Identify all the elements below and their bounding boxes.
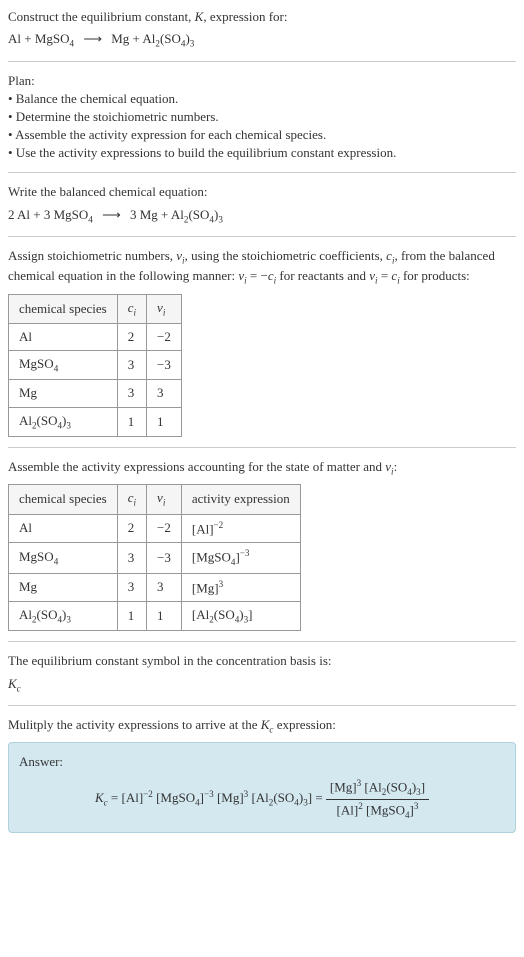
balanced-equation: 2 Al + 3 MgSO4 ⟶ 3 Mg + Al2(SO4)3 bbox=[8, 206, 516, 226]
arrow-icon: ⟶ bbox=[83, 30, 102, 48]
divider bbox=[8, 705, 516, 706]
prompt-text: Construct the equilibrium constant, K, e… bbox=[8, 8, 516, 26]
multiply-section: Mulitply the activity expressions to arr… bbox=[8, 716, 516, 833]
stoich-table: chemical species ci νi Al 2 −2 MgSO4 3 −… bbox=[8, 294, 182, 437]
balanced-intro: Write the balanced chemical equation: bbox=[8, 183, 516, 201]
divider bbox=[8, 641, 516, 642]
table-row: Al 2 −2 [Al]−2 bbox=[9, 514, 301, 543]
table-row: Al2(SO4)3 1 1 bbox=[9, 407, 182, 436]
plan-item: • Determine the stoichiometric numbers. bbox=[8, 108, 516, 126]
plan-section: Plan: • Balance the chemical equation. •… bbox=[8, 72, 516, 163]
prompt-section: Construct the equilibrium constant, K, e… bbox=[8, 8, 516, 51]
kc-expression: Kc = [Al]−2 [MgSO4]−3 [Mg]3 [Al2(SO4)3] … bbox=[19, 777, 505, 821]
balanced-section: Write the balanced chemical equation: 2 … bbox=[8, 183, 516, 226]
table-row: Al2(SO4)3 1 1 [Al2(SO4)3] bbox=[9, 602, 301, 631]
col-species: chemical species bbox=[9, 485, 118, 514]
divider bbox=[8, 61, 516, 62]
table-row: Mg 3 3 bbox=[9, 380, 182, 407]
plan-item: • Use the activity expressions to build … bbox=[8, 144, 516, 162]
plan-header: Plan: bbox=[8, 72, 516, 90]
table-row: MgSO4 3 −3 [MgSO4]−3 bbox=[9, 543, 301, 574]
multiply-intro: Mulitply the activity expressions to arr… bbox=[8, 716, 516, 736]
kc-symbol: Kc bbox=[8, 675, 516, 695]
stoich-section: Assign stoichiometric numbers, νi, using… bbox=[8, 247, 516, 437]
col-activity: activity expression bbox=[181, 485, 300, 514]
col-ci: ci bbox=[117, 294, 146, 323]
col-species: chemical species bbox=[9, 294, 118, 323]
col-nui: νi bbox=[147, 294, 182, 323]
unbalanced-equation: Al + MgSO4 ⟶ Mg + Al2(SO4)3 bbox=[8, 30, 516, 50]
activity-table: chemical species ci νi activity expressi… bbox=[8, 484, 301, 631]
divider bbox=[8, 236, 516, 237]
answer-box: Answer: Kc = [Al]−2 [MgSO4]−3 [Mg]3 [Al2… bbox=[8, 742, 516, 832]
table-header-row: chemical species ci νi bbox=[9, 294, 182, 323]
col-nui: νi bbox=[147, 485, 182, 514]
table-row: Al 2 −2 bbox=[9, 323, 182, 350]
divider bbox=[8, 172, 516, 173]
activity-intro: Assemble the activity expressions accoun… bbox=[8, 458, 516, 478]
col-ci: ci bbox=[117, 485, 146, 514]
plan-item: • Balance the chemical equation. bbox=[8, 90, 516, 108]
symbol-section: The equilibrium constant symbol in the c… bbox=[8, 652, 516, 695]
table-header-row: chemical species ci νi activity expressi… bbox=[9, 485, 301, 514]
stoich-intro: Assign stoichiometric numbers, νi, using… bbox=[8, 247, 516, 288]
table-row: MgSO4 3 −3 bbox=[9, 351, 182, 380]
answer-label: Answer: bbox=[19, 753, 505, 771]
prompt-suffix: , expression for: bbox=[203, 9, 287, 24]
table-row: Mg 3 3 [Mg]3 bbox=[9, 573, 301, 602]
symbol-intro: The equilibrium constant symbol in the c… bbox=[8, 652, 516, 670]
divider bbox=[8, 447, 516, 448]
arrow-icon: ⟶ bbox=[102, 206, 121, 224]
prompt-prefix: Construct the equilibrium constant, bbox=[8, 9, 195, 24]
plan-item: • Assemble the activity expression for e… bbox=[8, 126, 516, 144]
activity-section: Assemble the activity expressions accoun… bbox=[8, 458, 516, 632]
fraction: [Mg]3 [Al2(SO4)3][Al]2 [MgSO4]3 bbox=[326, 777, 429, 821]
